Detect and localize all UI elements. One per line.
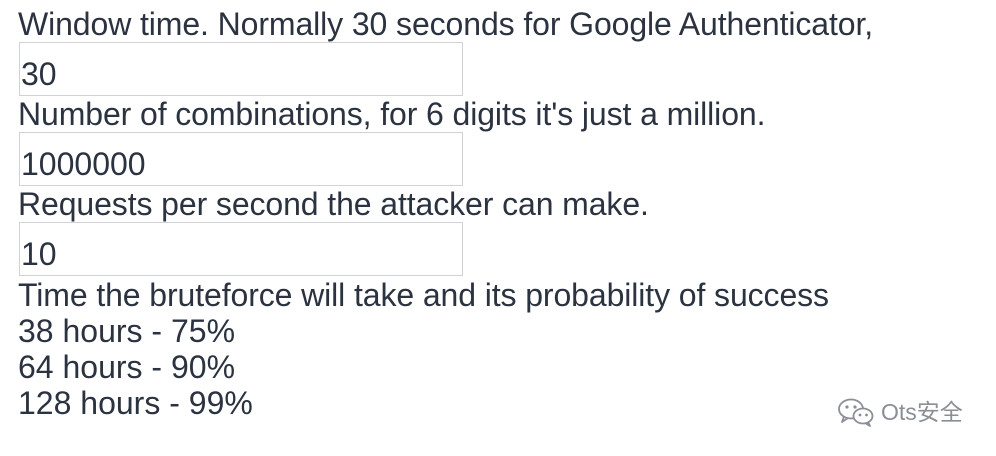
watermark-text: Ots安全 [881, 399, 963, 425]
result-line: 38 hours - 75% [18, 313, 236, 349]
watermark: Ots安全 [837, 396, 963, 428]
wechat-icon [837, 397, 875, 427]
requests-per-second-label: Requests per second the attacker can mak… [18, 186, 649, 222]
window-time-input[interactable] [19, 42, 463, 96]
bruteforce-calculator: Window time. Normally 30 seconds for Goo… [18, 6, 996, 421]
results-heading: Time the bruteforce will take and its pr… [18, 277, 829, 313]
result-line: 64 hours - 90% [18, 349, 236, 385]
combinations-input[interactable] [19, 132, 463, 186]
window-time-label: Window time. Normally 30 seconds for Goo… [18, 6, 874, 42]
combinations-label: Number of combinations, for 6 digits it'… [18, 96, 766, 132]
requests-per-second-input[interactable] [19, 222, 463, 276]
